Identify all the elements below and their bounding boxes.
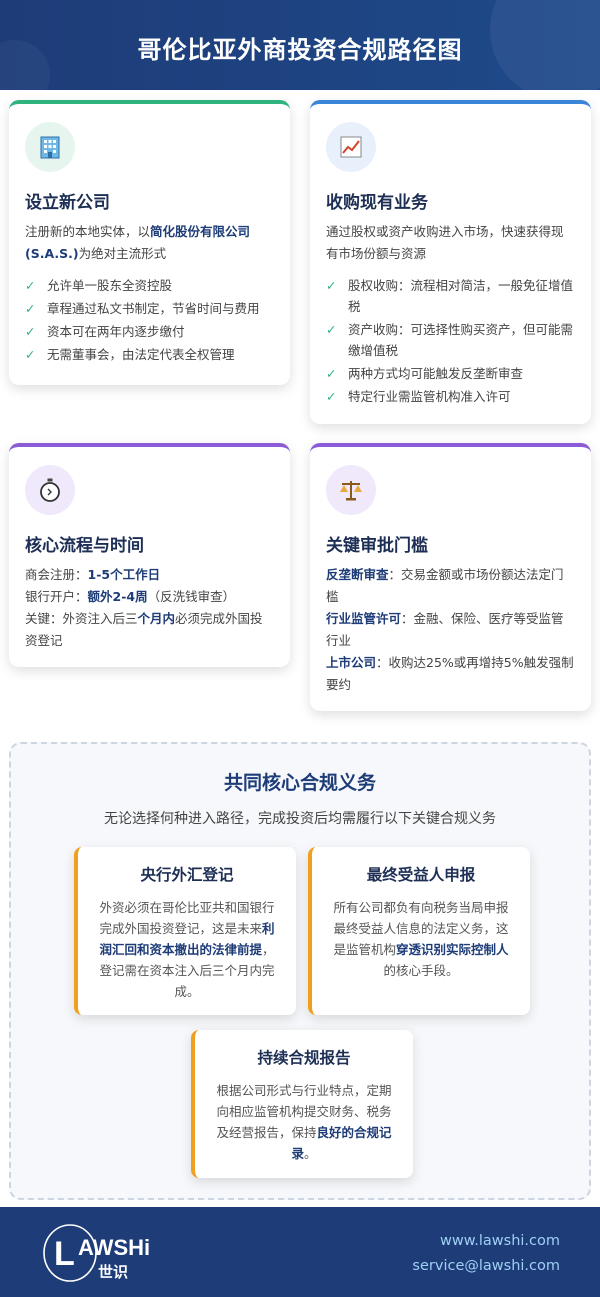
obligation-title: 最终受益人申报: [366, 866, 476, 884]
common-obligations-section: 共同核心合规义务 无论选择何种进入路径，完成投资后均需履行以下关键合规义务 央行…: [9, 742, 591, 1200]
section-subtitle: 无论选择何种进入路径，完成投资后均需履行以下关键合规义务: [104, 811, 496, 827]
card-description: 通过股权或资产收购进入市场，快速获得现有市场份额与资源: [326, 224, 564, 261]
card-title: 设立新公司: [25, 193, 110, 213]
stopwatch-icon: [25, 465, 75, 515]
svg-text:L: L: [54, 1235, 75, 1273]
obligation-title: 持续合规报告: [257, 1049, 351, 1067]
card-title: 关键审批门槛: [326, 536, 428, 556]
threshold-item: 反垄断审查：交易金额或市场份额达法定门槛: [326, 567, 564, 604]
card-title: 核心流程与时间: [25, 536, 144, 556]
check-icon: ✓: [326, 389, 337, 404]
chart-icon: [326, 122, 376, 172]
threshold-item: 上市公司：收购达25%或再增持5%触发强制要约: [326, 655, 574, 692]
obligation-ubo: 最终受益人申报 所有公司都负有向税务当局申报最终受益人信息的法定义务，这是监管机…: [308, 847, 530, 1015]
list-item: ✓ 资本可在两年内逐步缴付: [25, 321, 274, 342]
card-process: 核心流程与时间 商会注册：1-5个工作日 银行开户：额外2-4周（反洗钱审查） …: [9, 443, 290, 667]
page-header: 哥伦比亚外商投资合规路径图: [0, 0, 600, 90]
check-icon: ✓: [25, 301, 36, 316]
timeline-line: 关键：外资注入后三个月内必须完成外国投资登记: [25, 611, 263, 648]
list-item: ✓ 股权收购：流程相对简洁，一般免征增值税: [326, 275, 575, 317]
card-title: 收购现有业务: [326, 193, 428, 213]
list-item: ✓ 特定行业需监管机构准入许可: [326, 386, 575, 407]
scales-icon: [326, 465, 376, 515]
svg-text:AWSHi: AWSHi: [78, 1235, 150, 1260]
check-icon: ✓: [326, 278, 337, 293]
website-link[interactable]: www.lawshi.com: [412, 1229, 560, 1254]
card-acquisition: 收购现有业务 通过股权或资产收购进入市场，快速获得现有市场份额与资源 ✓ 股权收购…: [310, 100, 591, 424]
feature-list: ✓ 允许单一股东全资控股 ✓ 章程通过私文书制定，节省时间与费用 ✓ 资本可在两年内逐…: [25, 275, 274, 365]
card-approval: 关键审批门槛 反垄断审查：交易金额或市场份额达法定门槛 行业监管许可：金融、保险…: [310, 443, 591, 711]
check-icon: ✓: [326, 366, 337, 381]
list-item: ✓ 允许单一股东全资控股: [25, 275, 274, 296]
email-link[interactable]: service@lawshi.com: [412, 1254, 560, 1279]
list-item: ✓ 两种方式均可能触发反垄断审查: [326, 363, 575, 384]
timeline-line: 商会注册：1-5个工作日: [25, 567, 161, 582]
obligation-text: 所有公司都负有向税务当局申报最终受益人信息的法定义务，这是监管机构穿透识别实际控…: [333, 900, 509, 978]
card-new-company: 设立新公司 注册新的本地实体，以简化股份有限公司(S.A.S.)为绝对主流形式 …: [9, 100, 290, 385]
obligation-fx: 央行外汇登记 外资必须在哥伦比亚共和国银行完成外国投资登记，这是未来利润汇回和资…: [74, 847, 296, 1015]
page-footer: L AWSHi 世识 www.lawshi.com service@lawshi…: [0, 1207, 600, 1297]
check-icon: ✓: [25, 278, 36, 293]
list-item: ✓ 无需董事会，由法定代表全权管理: [25, 344, 274, 365]
obligation-title: 央行外汇登记: [140, 866, 234, 884]
list-item: ✓ 章程通过私文书制定，节省时间与费用: [25, 298, 274, 319]
contact-links: www.lawshi.com service@lawshi.com: [412, 1229, 560, 1279]
obligation-report: 持续合规报告 根据公司形式与行业特点，定期向相应监管机构提交财务、税务及经营报告…: [191, 1030, 413, 1178]
threshold-item: 行业监管许可：金融、保险、医疗等受监管行业: [326, 611, 564, 648]
check-icon: ✓: [326, 322, 337, 337]
lawshi-logo: L AWSHi 世识: [40, 1221, 170, 1285]
building-icon: [25, 122, 75, 172]
list-item: ✓ 资产收购：可选择性购买资产，但可能需缴增值税: [326, 319, 575, 361]
page-title: 哥伦比亚外商投资合规路径图: [137, 36, 463, 64]
svg-text:世识: 世识: [98, 1263, 128, 1281]
card-description: 注册新的本地实体，以简化股份有限公司(S.A.S.)为绝对主流形式: [25, 224, 251, 261]
feature-list: ✓ 股权收购：流程相对简洁，一般免征增值税 ✓ 资产收购：可选择性购买资产，但可能需…: [326, 275, 575, 407]
obligation-text: 根据公司形式与行业特点，定期向相应监管机构提交财务、税务及经营报告，保持良好的合…: [216, 1083, 392, 1161]
obligation-text: 外资必须在哥伦比亚共和国银行完成外国投资登记，这是未来利润汇回和资本撤出的法律前…: [99, 900, 275, 999]
check-icon: ✓: [25, 324, 36, 339]
check-icon: ✓: [25, 347, 36, 362]
timeline-line: 银行开户：额外2-4周（反洗钱审查）: [25, 589, 236, 604]
section-title: 共同核心合规义务: [223, 772, 376, 794]
